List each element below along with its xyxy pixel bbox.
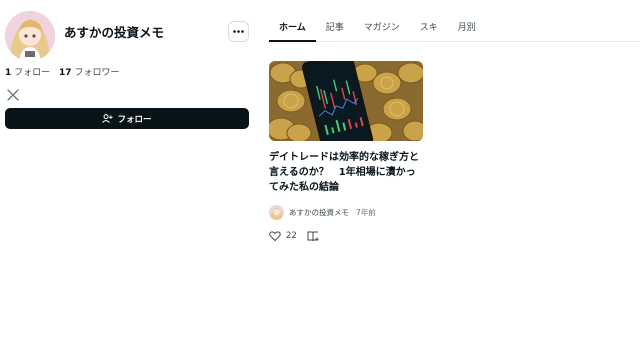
user-plus-icon xyxy=(102,114,114,123)
like-count: 22 xyxy=(286,231,297,241)
creator-avatar[interactable] xyxy=(5,11,55,61)
follow-count[interactable]: 1 xyxy=(5,68,11,78)
author-name[interactable]: あすかの投資メモ xyxy=(289,207,349,218)
follow-button-label: フォロー xyxy=(117,114,152,125)
follower-label[interactable]: フォロワー xyxy=(74,68,119,78)
creator-name[interactable]: あすかの投資メモ xyxy=(64,22,164,41)
article-thumbnail[interactable] xyxy=(269,61,423,141)
more-horizontal-icon xyxy=(233,30,244,33)
post-time: 7年前 xyxy=(356,207,376,217)
follow-button[interactable]: フォロー xyxy=(5,108,249,129)
article-meta: あすかの投資メモ 7年前 xyxy=(269,204,423,220)
follow-label[interactable]: フォロー xyxy=(14,68,50,78)
heart-icon[interactable] xyxy=(269,230,281,242)
tab-monthly[interactable]: 月別 xyxy=(448,15,486,42)
tab-articles[interactable]: 記事 xyxy=(316,15,354,42)
author-avatar[interactable] xyxy=(269,204,284,220)
article-card: デイトレードは効率的な稼ぎ方と言えるのか？ 1年相場に漬かってみた私の結論 あす… xyxy=(269,61,423,243)
profile-tabs: ホーム 記事 マガジン スキ 月別 xyxy=(269,15,640,42)
article-actions: 22 xyxy=(269,229,423,243)
follower-count[interactable]: 17 xyxy=(59,68,72,78)
article-title[interactable]: デイトレードは効率的な稼ぎ方と言えるのか？ 1年相場に漬かってみた私の結論 xyxy=(269,150,423,195)
follow-stats: 1 フォロー 17 フォロワー xyxy=(5,65,125,78)
tab-home[interactable]: ホーム xyxy=(269,15,316,42)
tab-likes[interactable]: スキ xyxy=(410,15,448,42)
tab-magazines[interactable]: マガジン xyxy=(354,15,410,42)
more-options-button[interactable] xyxy=(228,21,249,42)
x-logo-icon[interactable] xyxy=(7,89,19,101)
magazine-add-icon[interactable] xyxy=(307,230,319,242)
